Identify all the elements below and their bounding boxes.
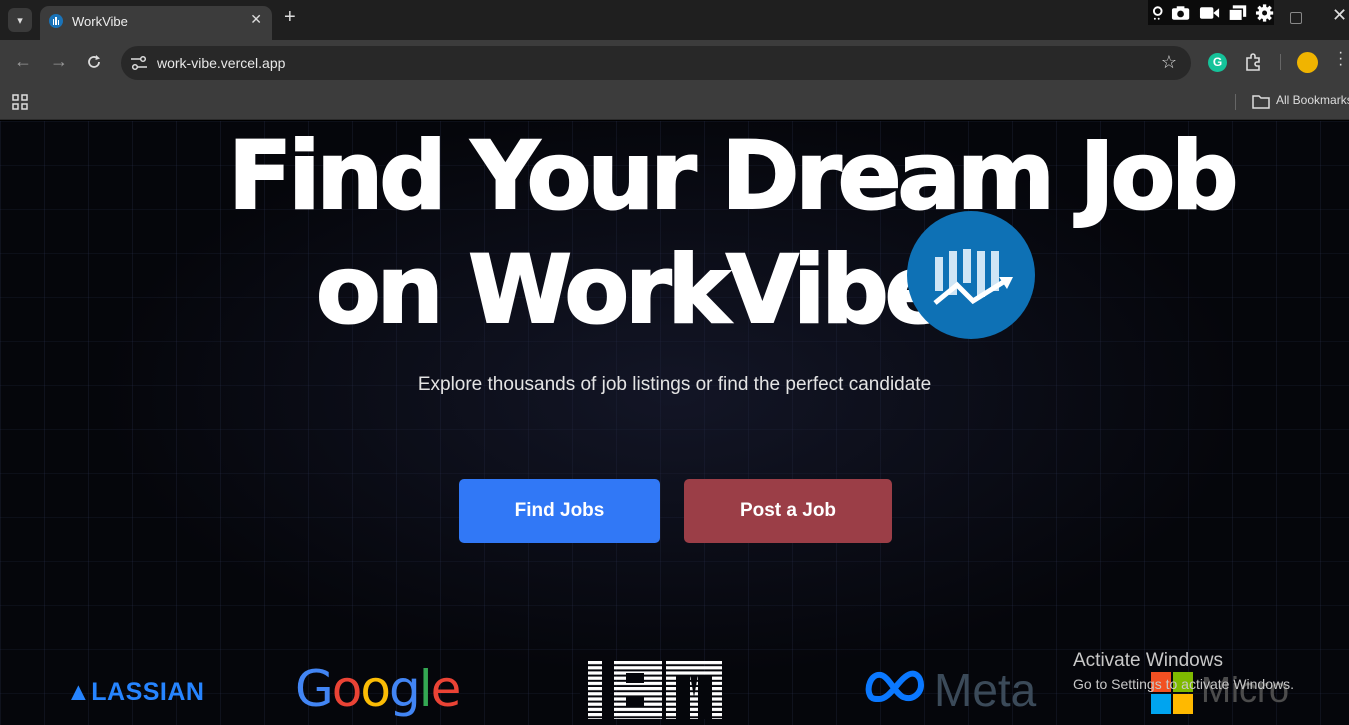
ibm-logo	[580, 661, 722, 719]
google-logo: Google	[295, 660, 462, 718]
google-letter: g	[388, 660, 421, 718]
post-job-button[interactable]: Post a Job	[684, 479, 892, 543]
address-bar[interactable]: work-vibe.vercel.app ☆	[121, 46, 1191, 80]
hero-subtitle: Explore thousands of job listings or fin…	[417, 374, 932, 395]
find-jobs-button[interactable]: Find Jobs	[459, 479, 660, 543]
folder-icon[interactable]	[1252, 93, 1270, 109]
google-letter: o	[331, 660, 363, 718]
windows-capture-icon[interactable]	[1227, 4, 1247, 22]
atlassian-logo: ▲LASSIAN	[66, 678, 205, 706]
extensions-icon[interactable]	[1244, 52, 1264, 72]
tab-title: WorkVibe	[72, 14, 128, 29]
camera-icon[interactable]	[1171, 5, 1190, 21]
tab-strip: ▾ WorkVibe ✕ + ✕	[0, 0, 1349, 40]
menu-icon[interactable]: · · ·	[1338, 45, 1343, 73]
browser-toolbar: ← → work-vibe.vercel.app ☆ G · · ·	[0, 40, 1349, 85]
tab-search-icon[interactable]: ▾	[8, 8, 32, 32]
bookmarks-bar: All Bookmarks	[0, 85, 1349, 120]
bookmarks-divider	[1235, 94, 1236, 110]
window-close-icon[interactable]: ✕	[1332, 5, 1347, 26]
activation-subtitle: Go to Settings to activate Windows.	[1073, 676, 1294, 692]
workvibe-page: Find Your Dream Job on WorkVibe Explore …	[0, 121, 1349, 725]
google-letter: G	[295, 660, 334, 718]
activation-title: Activate Windows	[1073, 650, 1223, 671]
plus-icon[interactable]: +	[284, 6, 296, 29]
meta-infinity-icon	[865, 670, 925, 703]
toolbar-divider	[1280, 54, 1281, 70]
star-icon[interactable]: ☆	[1161, 52, 1177, 73]
grammarly-icon[interactable]: G	[1208, 53, 1227, 72]
google-letter: e	[430, 660, 462, 718]
tab-workvibe[interactable]: WorkVibe ✕	[40, 6, 272, 40]
capture-toolbar	[1148, 0, 1274, 25]
apps-icon[interactable]	[12, 94, 28, 110]
url-text: work-vibe.vercel.app	[157, 55, 286, 71]
profile-avatar[interactable]	[1297, 52, 1318, 73]
forward-icon[interactable]: →	[50, 52, 68, 70]
meta-logo-text: Meta	[934, 664, 1037, 716]
pen-icon[interactable]	[1152, 4, 1163, 22]
close-icon[interactable]: ✕	[250, 11, 262, 28]
google-letter: o	[360, 660, 391, 718]
windows-activation-watermark: Activate Windows Go to Settings to activ…	[1073, 650, 1294, 692]
google-letter: l	[418, 660, 433, 718]
site-info-icon[interactable]	[130, 55, 148, 71]
all-bookmarks-link[interactable]: All Bookmarks	[1276, 93, 1349, 107]
hero-heading-line-2: on WorkVibe	[315, 236, 949, 345]
favicon-icon	[49, 14, 63, 28]
gear-icon[interactable]	[1255, 3, 1274, 23]
video-icon[interactable]	[1199, 5, 1220, 21]
back-icon[interactable]: ←	[14, 52, 32, 70]
hero-heading-line-1: Find Your Dream Job	[227, 122, 1239, 231]
reload-icon[interactable]	[86, 54, 102, 70]
workvibe-logo-icon	[907, 211, 1035, 339]
restore-window-icon[interactable]	[1290, 12, 1302, 24]
